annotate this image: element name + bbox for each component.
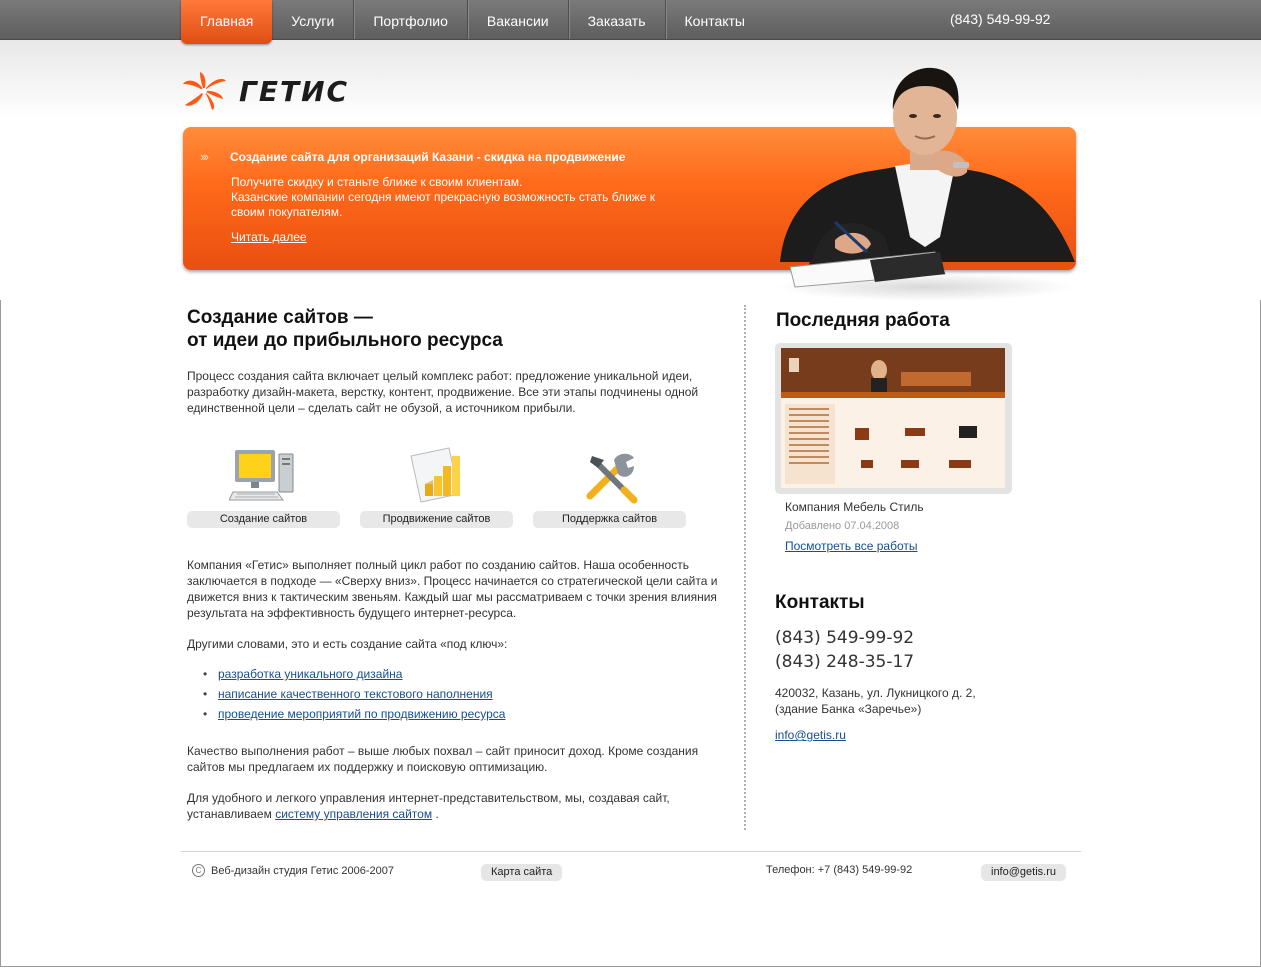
- footer-divider: [181, 851, 1081, 852]
- footer-phone: Телефон: +7 (843) 549-99-92: [766, 864, 913, 876]
- copyright: C Веб-дизайн студия Гетис 2006-2007: [192, 864, 394, 877]
- work-name: Компания Мебель Стиль: [785, 500, 924, 514]
- turnkey-paragraph: Другими словами, это и есть создание сай…: [187, 637, 508, 651]
- businessman-photo: [775, 67, 1075, 301]
- cms-paragraph: Для удобного и легкого управления интерн…: [187, 790, 722, 822]
- nav-item-services[interactable]: Услуги: [272, 0, 355, 39]
- contact-address: 420032, Казань, ул. Лукницкого д. 2, (зд…: [775, 685, 976, 717]
- page-title: Создание сайтов — от идеи до прибыльного…: [187, 306, 503, 352]
- latest-work-thumbnail[interactable]: [775, 343, 1012, 494]
- latest-work-title: Последняя работа: [776, 310, 950, 331]
- address-line-2: (здание Банка «Заречье»): [775, 702, 922, 716]
- service-website-support[interactable]: Поддержка сайтов: [533, 440, 686, 528]
- banner-title: Создание сайта для организаций Казани - …: [230, 150, 626, 164]
- approach-paragraph: Компания «Гетис» выполняет полный цикл р…: [187, 558, 718, 620]
- tools-icon: [586, 453, 637, 504]
- list-item: написание качественного текстового напол…: [203, 684, 505, 704]
- header-phone: (843) 549-99-92: [950, 11, 1051, 27]
- nav-item-vacancies[interactable]: Вакансии: [468, 0, 569, 39]
- arrows-icon: ›››: [200, 149, 209, 164]
- nav-item-order[interactable]: Заказать: [569, 0, 666, 39]
- top-navigation-bar: Главная Услуги Портфолио Вакансии Заказа…: [0, 0, 1261, 44]
- nav-item-contacts[interactable]: Контакты: [666, 0, 764, 39]
- page-title-line-1: Создание сайтов —: [187, 307, 373, 328]
- service-label-promotion: Продвижение сайтов: [360, 511, 513, 528]
- list-item: проведение мероприятий по продвижению ре…: [203, 704, 505, 724]
- copyright-icon: C: [192, 864, 205, 877]
- logo-text: ГЕТИС: [239, 74, 350, 108]
- screenshot-image: [781, 348, 1005, 488]
- flower-logo-icon: [183, 72, 226, 110]
- nav-item-home[interactable]: Главная: [181, 0, 273, 44]
- computer-icon: [228, 450, 293, 501]
- column-divider: [744, 305, 746, 830]
- sitemap-button[interactable]: Карта сайта: [481, 864, 563, 881]
- contacts-title: Контакты: [775, 592, 865, 613]
- read-more-link[interactable]: Читать далее: [231, 230, 307, 244]
- website-screenshot: [781, 348, 1005, 488]
- promotion-link[interactable]: проведение мероприятий по продвижению ре…: [218, 707, 505, 721]
- unique-design-link[interactable]: разработка уникального дизайна: [218, 667, 402, 681]
- banner-line-1: Получите скидку и станьте ближе к своим …: [231, 175, 523, 189]
- footer-email-button[interactable]: info@getis.ru: [981, 864, 1066, 881]
- text-content-link[interactable]: написание качественного текстового напол…: [218, 687, 493, 701]
- service-website-creation[interactable]: Создание сайтов: [187, 440, 340, 528]
- services-row: Создание сайтов Продвижение сайтов Подде…: [187, 440, 706, 528]
- address-line-1: 420032, Казань, ул. Лукницкого д. 2,: [775, 686, 976, 700]
- all-works-link[interactable]: Посмотреть все работы: [785, 539, 918, 553]
- banner-text: Получите скидку и станьте ближе к своим …: [231, 175, 691, 220]
- growth-chart-icon: [409, 447, 460, 503]
- main-nav: Главная Услуги Портфолио Вакансии Заказа…: [181, 0, 764, 44]
- banner-line-2: Казанские компании сегодня имеют прекрас…: [231, 190, 656, 219]
- services-list: разработка уникального дизайна написание…: [203, 664, 505, 724]
- list-item: разработка уникального дизайна: [203, 664, 505, 684]
- nav-item-portfolio[interactable]: Портфолио: [354, 0, 468, 39]
- cms-period: .: [435, 807, 439, 821]
- work-date: Добавлено 07.04.2008: [785, 520, 900, 532]
- logo[interactable]: ГЕТИС: [181, 72, 349, 110]
- copyright-text: Веб-дизайн студия Гетис 2006-2007: [211, 864, 394, 877]
- contact-phone-1: (843) 549-99-92: [775, 628, 915, 648]
- cms-link[interactable]: систему управления сайтом: [275, 807, 432, 821]
- contact-email-link[interactable]: info@getis.ru: [775, 728, 846, 742]
- intro-paragraph: Процесс создания сайта включает целый ко…: [187, 369, 699, 415]
- service-label-support: Поддержка сайтов: [533, 511, 686, 528]
- page-title-line-2: от идеи до прибыльного ресурса: [187, 330, 503, 351]
- service-website-promotion[interactable]: Продвижение сайтов: [360, 440, 513, 528]
- contact-phone-2: (843) 248-35-17: [775, 652, 915, 672]
- service-label-creation: Создание сайтов: [187, 511, 340, 528]
- quality-paragraph: Качество выполнения работ – выше любых п…: [187, 744, 699, 774]
